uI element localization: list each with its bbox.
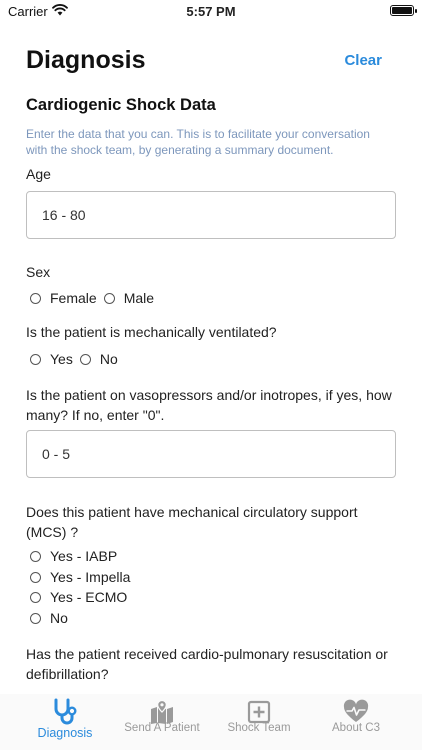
stethoscope-icon bbox=[54, 698, 77, 725]
tab-label: Shock Team bbox=[227, 722, 291, 734]
tab-label: Send A Patient bbox=[124, 722, 200, 734]
ventilated-label: Is the patient is mechanically ventilate… bbox=[26, 324, 277, 340]
ventilated-option-no[interactable]: No bbox=[79, 351, 118, 367]
vasopressors-input[interactable] bbox=[26, 430, 396, 478]
radio-circle-icon bbox=[30, 292, 41, 304]
status-bar: Carrier 5:57 PM bbox=[0, 0, 422, 24]
option-label: Female bbox=[50, 290, 97, 306]
mcs-option-no[interactable]: No bbox=[30, 610, 68, 626]
tab-bar: Diagnosis Send A Patient Shock Team Abou… bbox=[0, 694, 422, 750]
intro-text: Enter the data that you can. This is to … bbox=[26, 127, 370, 157]
sex-option-female[interactable]: Female bbox=[30, 290, 97, 306]
mcs-option-iabp[interactable]: Yes - IABP bbox=[30, 548, 117, 564]
clear-button[interactable]: Clear bbox=[344, 52, 382, 69]
battery-icon bbox=[390, 5, 417, 16]
tab-label: About C3 bbox=[332, 722, 380, 734]
ventilated-radio-group: Yes No bbox=[30, 351, 125, 367]
option-label: Yes bbox=[50, 351, 73, 367]
sex-option-male[interactable]: Male bbox=[103, 290, 155, 306]
option-label: No bbox=[50, 610, 68, 626]
tab-diagnosis[interactable]: Diagnosis bbox=[15, 694, 115, 750]
mcs-option-ecmo[interactable]: Yes - ECMO bbox=[30, 589, 127, 605]
sex-radio-group: Female Male bbox=[30, 290, 161, 306]
option-label: Yes - ECMO bbox=[50, 589, 128, 605]
tab-about-c3[interactable]: About C3 bbox=[306, 694, 406, 750]
radio-circle-icon bbox=[103, 292, 115, 304]
radio-circle-icon bbox=[79, 353, 91, 365]
vasopressors-label: Is the patient on vasopressors and/or in… bbox=[26, 387, 392, 423]
option-label: Male bbox=[123, 290, 155, 306]
section-title: Cardiogenic Shock Data bbox=[26, 96, 216, 114]
page-title: Diagnosis bbox=[26, 46, 146, 74]
tab-shock-team[interactable]: Shock Team bbox=[209, 694, 309, 750]
option-label: Yes - Impella bbox=[50, 569, 131, 585]
ventilated-option-yes[interactable]: Yes bbox=[30, 351, 73, 367]
radio-circle-icon bbox=[30, 550, 41, 562]
radio-circle-icon bbox=[30, 612, 41, 624]
cpr-label: Has the patient received cardio-pulmonar… bbox=[26, 646, 388, 682]
radio-circle-icon bbox=[30, 571, 41, 583]
clock: 5:57 PM bbox=[186, 4, 236, 19]
sex-label: Sex bbox=[26, 264, 51, 280]
mcs-label: Does this patient have mechanical circul… bbox=[26, 504, 358, 540]
radio-circle-icon bbox=[30, 353, 41, 365]
age-label: Age bbox=[26, 166, 51, 182]
age-input[interactable] bbox=[26, 191, 396, 239]
option-label: Yes - IABP bbox=[50, 548, 118, 564]
tab-label: Diagnosis bbox=[37, 726, 93, 740]
radio-circle-icon bbox=[30, 591, 41, 603]
mcs-option-impella[interactable]: Yes - Impella bbox=[30, 569, 130, 585]
tab-send-a-patient[interactable]: Send A Patient bbox=[112, 694, 212, 750]
option-label: No bbox=[99, 351, 118, 367]
